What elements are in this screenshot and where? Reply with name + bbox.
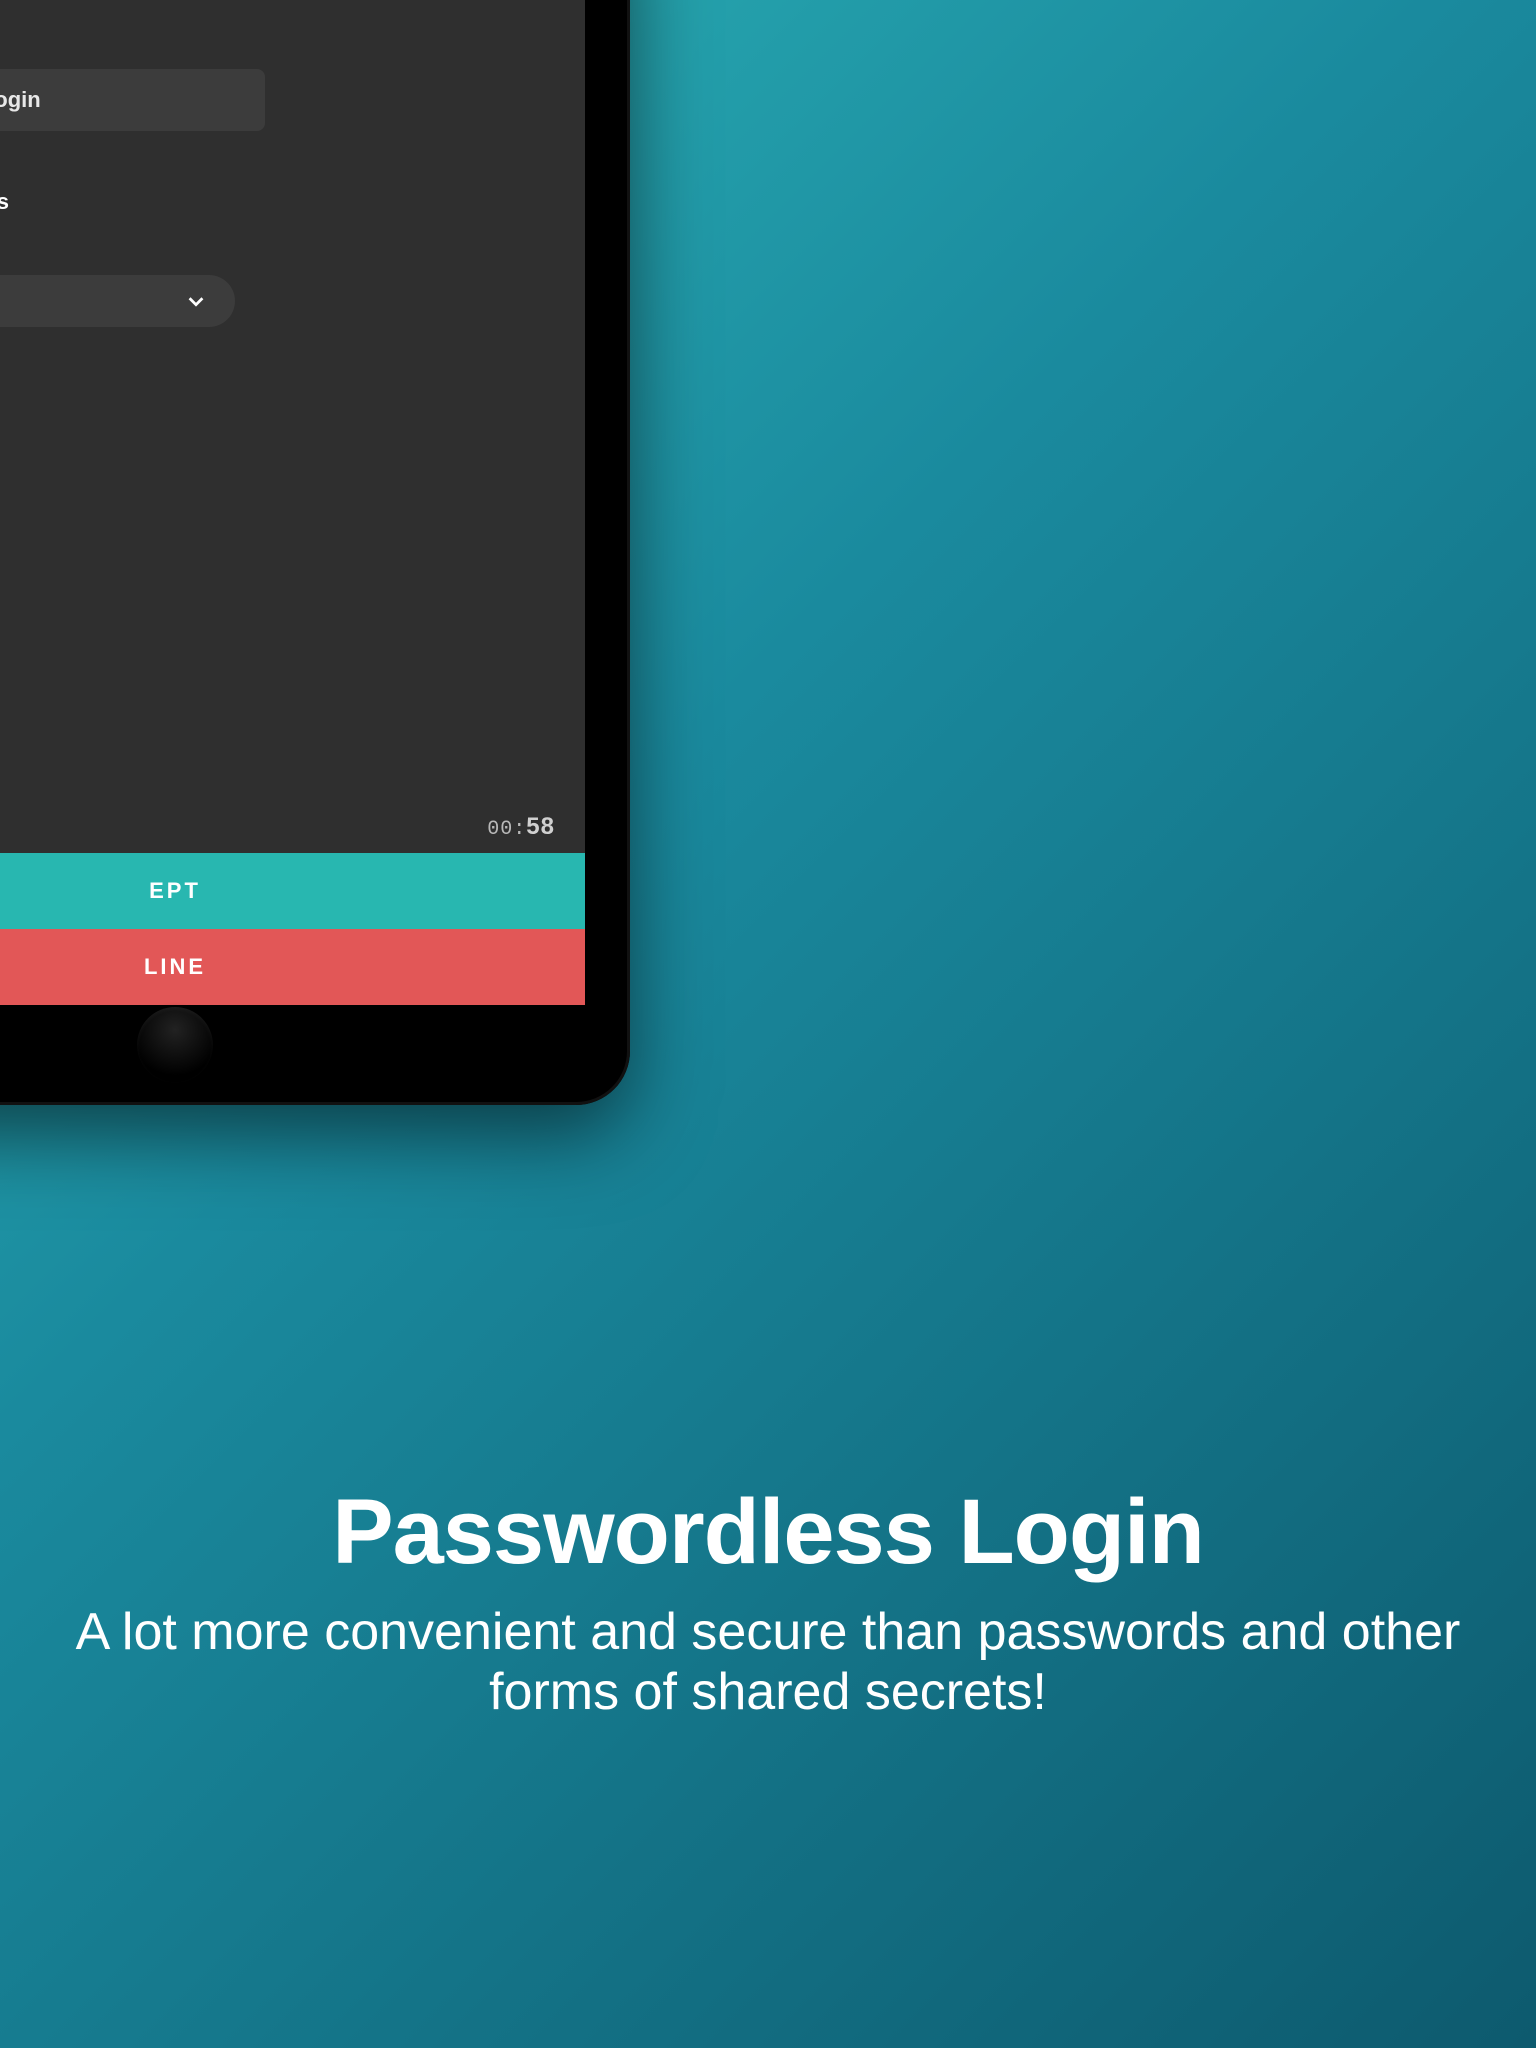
timer-seconds: 58 xyxy=(526,813,555,840)
accept-label: EPT xyxy=(149,878,201,904)
app-screen: gin lessage rd is requesting login ginat… xyxy=(0,0,585,1005)
method-select[interactable] xyxy=(0,275,235,327)
timer-prefix: 00: xyxy=(487,818,526,841)
origin-label: ginated near xyxy=(0,157,555,179)
method-label: Method xyxy=(0,241,555,263)
decline-button[interactable]: LINE xyxy=(0,929,585,1005)
marketing-headline: Passwordless Login xyxy=(60,1480,1476,1585)
marketing-block: Passwordless Login A lot more convenient… xyxy=(0,1480,1536,1723)
decline-label: LINE xyxy=(144,954,206,980)
chevron-down-icon xyxy=(183,288,209,314)
message-label: lessage xyxy=(0,37,555,59)
device-frame: gin lessage rd is requesting login ginat… xyxy=(0,0,630,1105)
accept-button[interactable]: EPT xyxy=(0,853,585,929)
countdown-timer: 00:58 xyxy=(0,813,585,853)
page-title: gin xyxy=(0,0,555,11)
login-message: rd is requesting login xyxy=(0,69,265,131)
home-button[interactable] xyxy=(137,1007,213,1083)
app-content: gin lessage rd is requesting login ginat… xyxy=(0,0,585,813)
marketing-subhead: A lot more convenient and secure than pa… xyxy=(60,1603,1476,1723)
origin-value: 90008, United States xyxy=(0,189,555,215)
